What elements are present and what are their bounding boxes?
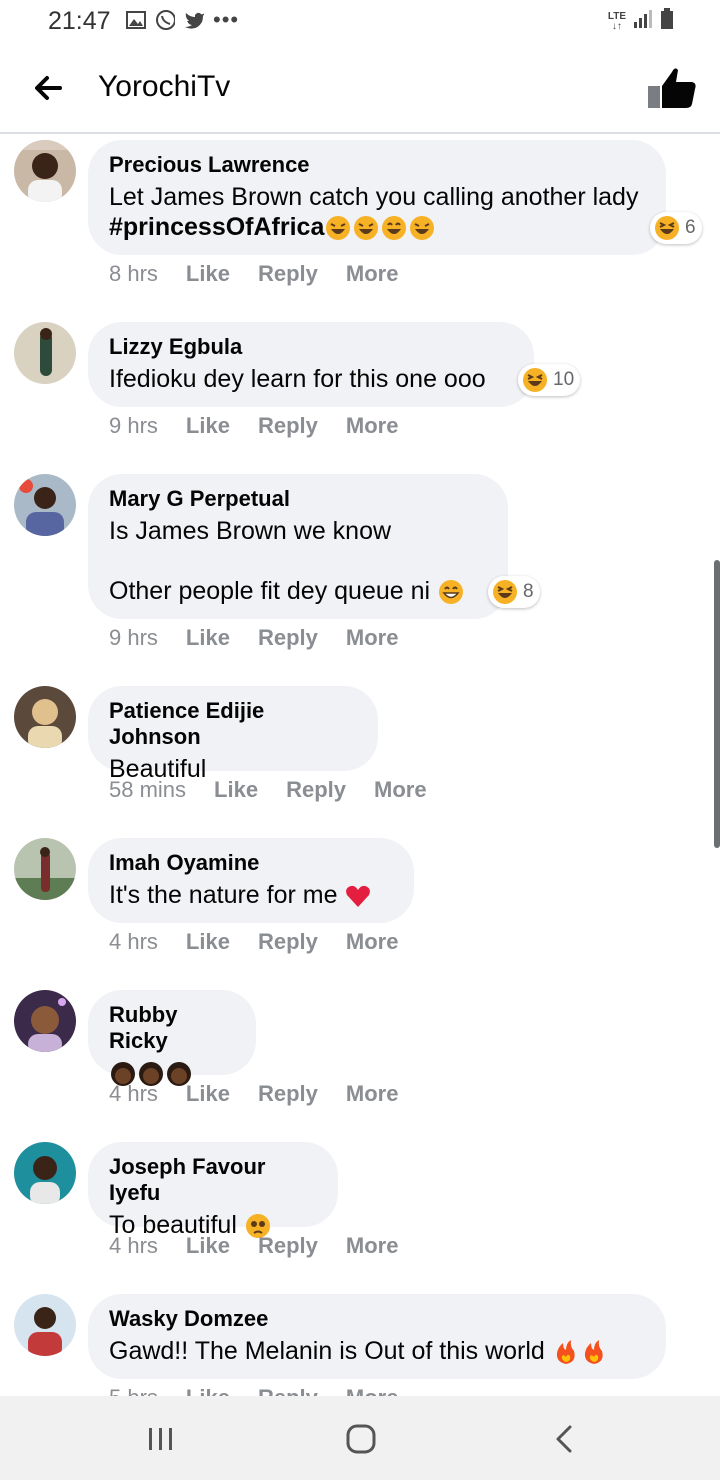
- comment-author[interactable]: Joseph Favour Iyefu: [109, 1154, 317, 1206]
- avatar[interactable]: [14, 140, 76, 202]
- status-bar: 21:47 ••• LTE ↓↑: [0, 0, 720, 44]
- rofl-emoji-icon: [324, 213, 436, 241]
- reply-link[interactable]: Reply: [258, 929, 318, 955]
- comment-author[interactable]: Precious Lawrence: [109, 152, 645, 178]
- like-link[interactable]: Like: [186, 413, 230, 439]
- like-link[interactable]: Like: [186, 1233, 230, 1259]
- comment-text-line2: Other people fit dey queue ni: [109, 576, 487, 606]
- status-time: 21:47: [48, 7, 111, 35]
- comment-bubble[interactable]: Imah Oyamine It's the nature for me: [88, 838, 414, 923]
- reaction-count: 10: [553, 369, 575, 390]
- reply-link[interactable]: Reply: [258, 413, 318, 439]
- comment-bubble[interactable]: Patience Edijie Johnson Beautiful: [88, 686, 378, 783]
- more-link[interactable]: More: [374, 777, 427, 803]
- lte-icon: LTE ↓↑: [607, 10, 626, 32]
- like-link[interactable]: Like: [186, 929, 230, 955]
- app-header: YorochiTv: [0, 44, 720, 134]
- more-link[interactable]: More: [346, 261, 399, 287]
- comment-author[interactable]: Mary G Perpetual: [109, 486, 487, 512]
- like-link[interactable]: Like: [186, 261, 230, 287]
- avatar[interactable]: [14, 322, 76, 384]
- more-link[interactable]: More: [346, 413, 399, 439]
- reaction-count-pill[interactable]: 8: [488, 576, 540, 608]
- more-notifications-icon: •••: [213, 7, 240, 32]
- comment-time: 4 hrs: [109, 1233, 158, 1258]
- like-link[interactable]: Like: [214, 777, 258, 803]
- reply-link[interactable]: Reply: [258, 261, 318, 287]
- notification-icons: •••: [126, 7, 240, 32]
- comment-bubble[interactable]: Mary G Perpetual Is James Brown we know …: [88, 474, 508, 619]
- whatsapp-icon: [155, 10, 175, 30]
- comment-author[interactable]: Patience Edijie Johnson: [109, 698, 357, 750]
- laugh-reaction-icon: [493, 580, 517, 604]
- comment-actions: 4 hrs Like Reply More: [109, 929, 398, 955]
- comment-bubble[interactable]: Lizzy Egbula Ifedioku dey learn for this…: [88, 322, 534, 407]
- battery-icon: [660, 8, 674, 35]
- comment-author[interactable]: Wasky Domzee: [109, 1306, 645, 1332]
- laugh-reaction-icon: [523, 368, 547, 392]
- comment-bubble[interactable]: Joseph Favour Iyefu To beautiful: [88, 1142, 338, 1239]
- fire-emoji-icon: [552, 1337, 608, 1365]
- comment-time: 9 hrs: [109, 625, 158, 650]
- avatar[interactable]: [14, 838, 76, 900]
- more-link[interactable]: More: [346, 929, 399, 955]
- comment-text: Is James Brown we know: [109, 517, 392, 545]
- comment-actions: 8 hrs Like Reply More: [109, 261, 398, 287]
- comment-actions: 9 hrs Like Reply More: [109, 413, 398, 439]
- avatar[interactable]: [14, 474, 76, 536]
- scrollbar[interactable]: [714, 560, 720, 848]
- reply-link[interactable]: Reply: [258, 625, 318, 651]
- laugh-reaction-icon: [655, 216, 679, 240]
- comment-text: Gawd!! The Melanin is Out of this world: [109, 1336, 645, 1366]
- comment-time: 4 hrs: [109, 929, 158, 954]
- home-icon[interactable]: [344, 1422, 378, 1456]
- grin-emoji-icon: [439, 580, 464, 605]
- recent-apps-icon[interactable]: [144, 1422, 178, 1456]
- comment-text: Let James Brown catch you calling anothe…: [109, 183, 639, 241]
- thumbs-up-icon[interactable]: [646, 64, 698, 112]
- comment-author[interactable]: Lizzy Egbula: [109, 334, 513, 360]
- reaction-count-pill[interactable]: 10: [518, 364, 581, 396]
- avatar[interactable]: [14, 1294, 76, 1356]
- avatar[interactable]: [14, 686, 76, 748]
- system-nav-bar: [0, 1396, 720, 1480]
- comment-actions: 58 mins Like Reply More: [109, 777, 427, 803]
- reaction-count: 8: [523, 581, 534, 602]
- more-link[interactable]: More: [346, 1233, 399, 1259]
- comment-text: Ifedioku dey learn for this one ooo: [109, 365, 486, 393]
- reply-link[interactable]: Reply: [286, 777, 346, 803]
- comment-author[interactable]: Rubby Ricky: [109, 1002, 235, 1054]
- comment-text: It's the nature for me: [109, 880, 393, 910]
- comment-time: 8 hrs: [109, 261, 158, 286]
- reaction-count: 6: [685, 217, 696, 238]
- comment-author[interactable]: Imah Oyamine: [109, 850, 393, 876]
- comment-actions: 4 hrs Like Reply More: [109, 1081, 398, 1107]
- comment-bubble[interactable]: Wasky Domzee Gawd!! The Melanin is Out o…: [88, 1294, 666, 1379]
- more-link[interactable]: More: [346, 625, 399, 651]
- twitter-icon: [184, 10, 204, 30]
- comment-time: 4 hrs: [109, 1081, 158, 1106]
- reaction-count-pill[interactable]: 6: [650, 212, 702, 244]
- back-arrow-icon[interactable]: [30, 70, 66, 106]
- comment-time: 58 mins: [109, 777, 187, 802]
- like-link[interactable]: Like: [186, 1081, 230, 1107]
- comment-time: 9 hrs: [109, 413, 158, 438]
- hashtag-link[interactable]: #princessOfAfrica: [109, 213, 324, 241]
- status-right: LTE ↓↑: [608, 8, 674, 35]
- heart-emoji-icon: [346, 886, 371, 908]
- more-link[interactable]: More: [346, 1081, 399, 1107]
- avatar[interactable]: [14, 990, 76, 1052]
- like-link[interactable]: Like: [186, 625, 230, 651]
- reply-link[interactable]: Reply: [258, 1233, 318, 1259]
- avatar[interactable]: [14, 1142, 76, 1204]
- comment-actions: 9 hrs Like Reply More: [109, 625, 398, 651]
- comment-bubble[interactable]: Rubby Ricky: [88, 990, 256, 1087]
- back-nav-icon[interactable]: [548, 1422, 582, 1456]
- page-title: YorochiTv: [98, 70, 231, 103]
- comment-actions: 4 hrs Like Reply More: [109, 1233, 398, 1259]
- signal-icon: [632, 10, 654, 33]
- gallery-icon: [126, 10, 146, 30]
- reply-link[interactable]: Reply: [258, 1081, 318, 1107]
- comment-bubble[interactable]: Precious Lawrence Let James Brown catch …: [88, 140, 666, 255]
